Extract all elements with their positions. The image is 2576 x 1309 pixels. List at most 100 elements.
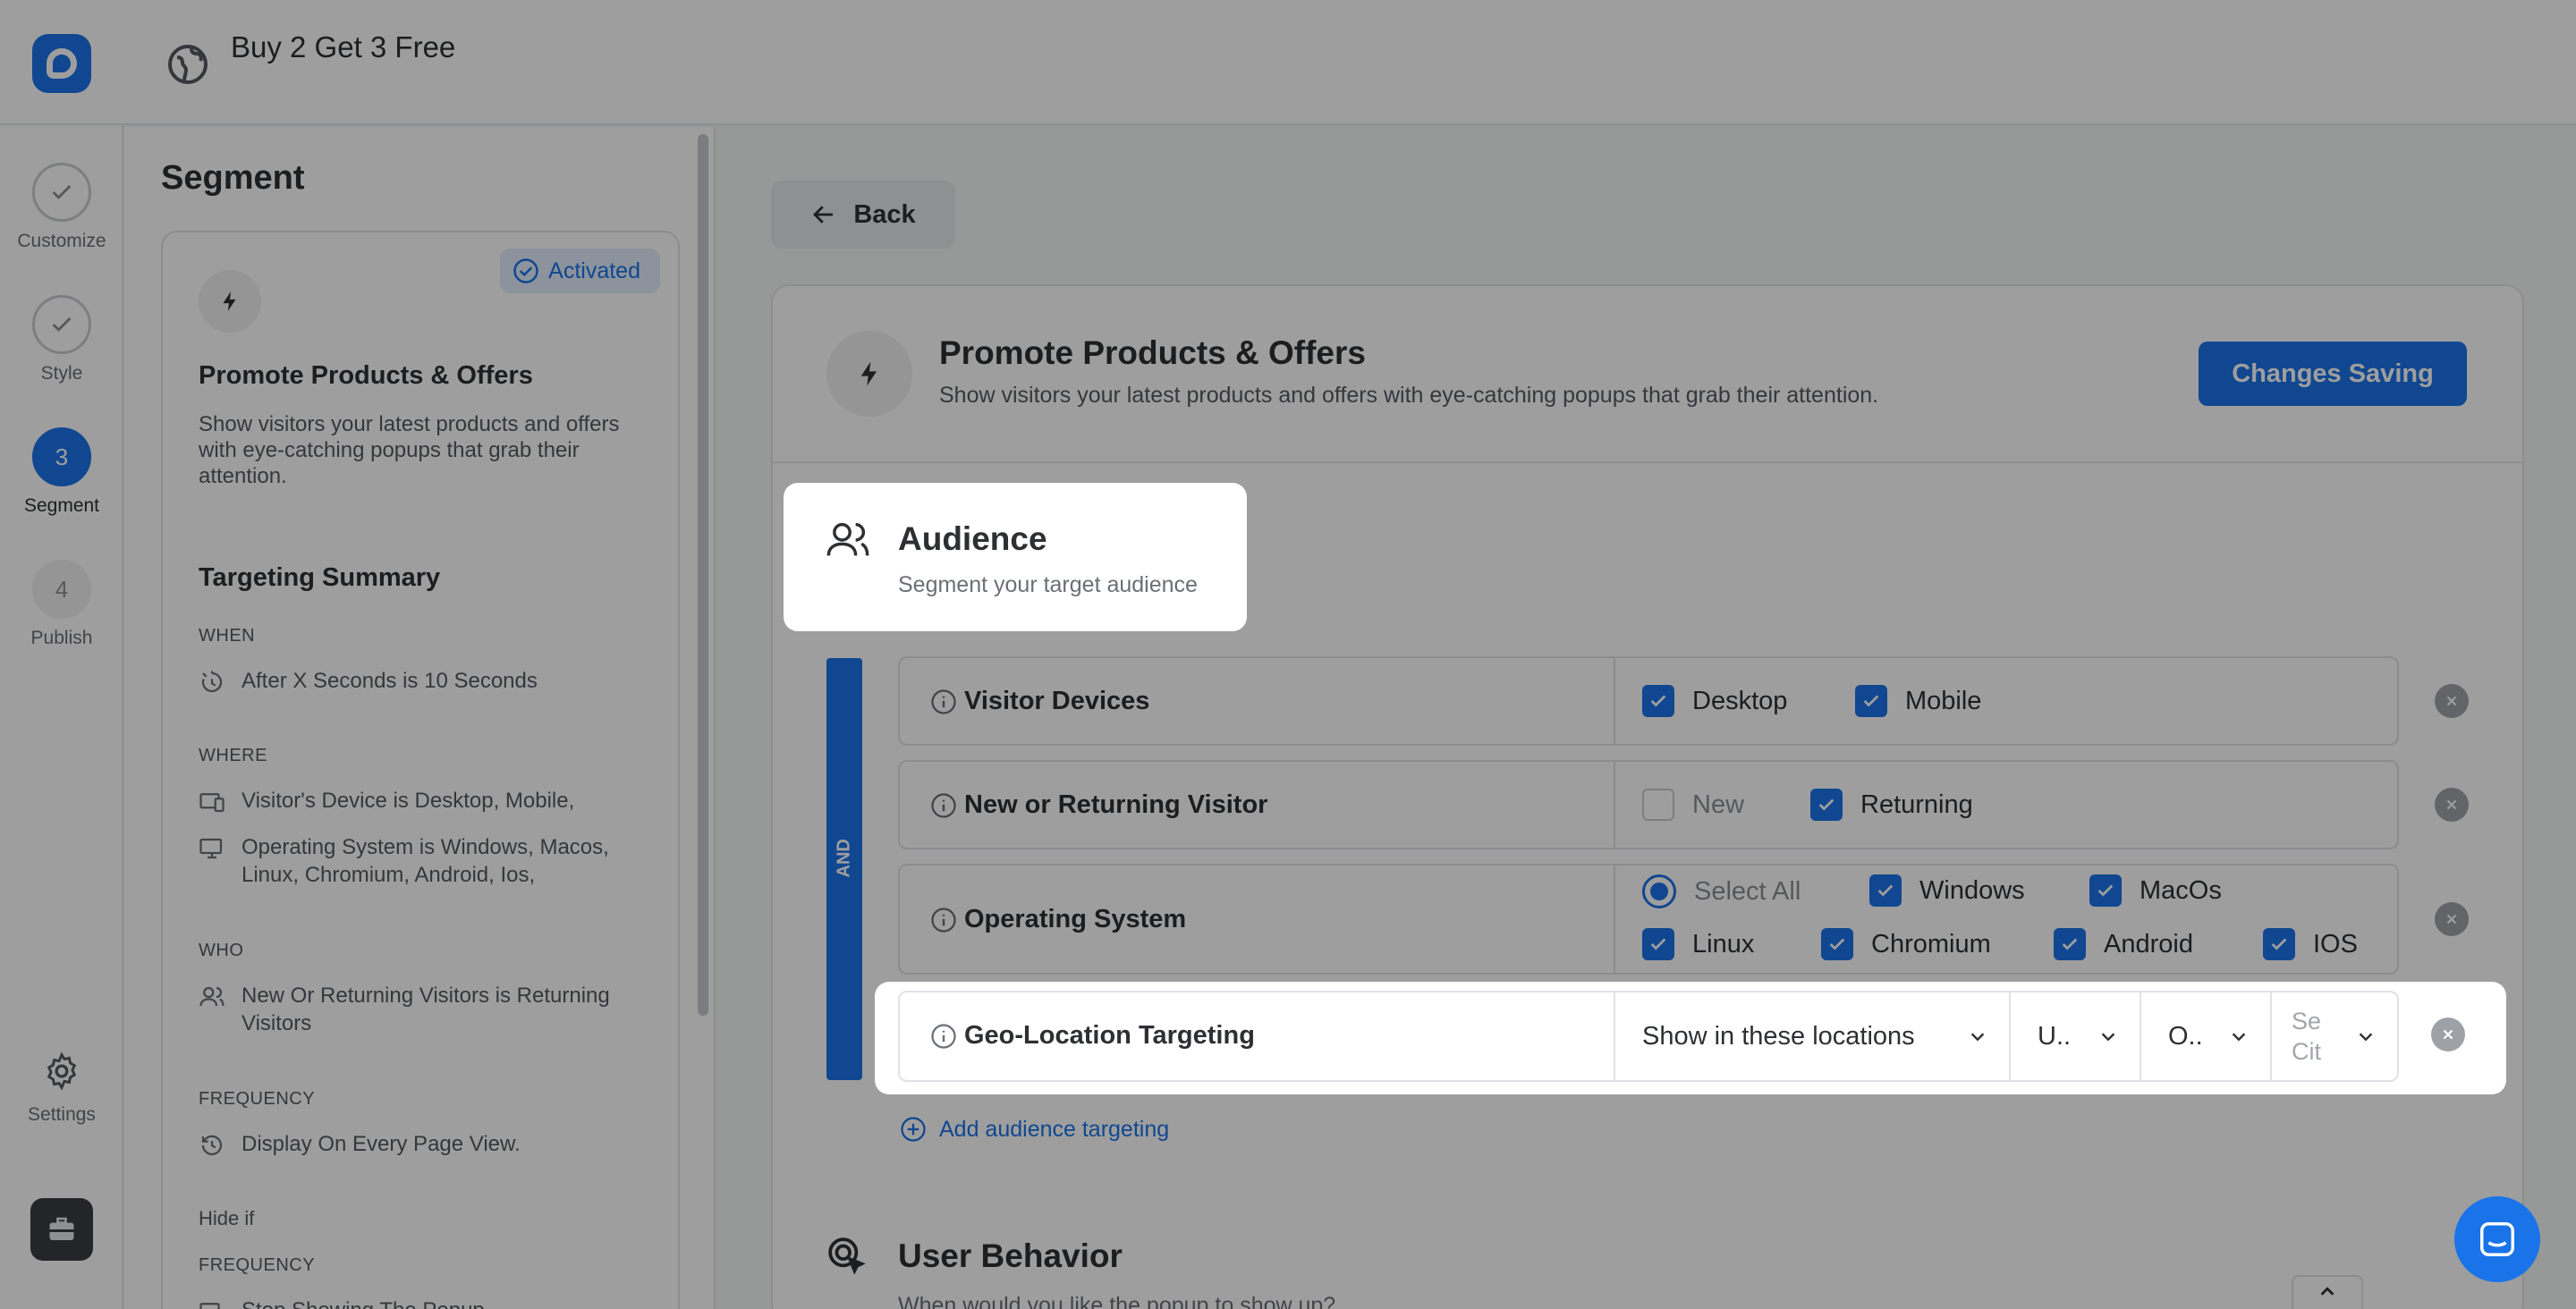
info-icon[interactable]: [930, 907, 957, 933]
checkbox-macos[interactable]: MacOs: [2089, 874, 2222, 907]
add-audience-targeting-button[interactable]: Add audience targeting: [900, 1116, 1169, 1143]
page-title: Buy 2 Get 3 Free: [231, 30, 456, 63]
chat-launcher-button[interactable]: [2454, 1196, 2540, 1282]
rule-geo-location: Geo-Location Targeting Show in these loc…: [898, 991, 2399, 1082]
checkbox-linux[interactable]: Linux: [1642, 928, 1754, 960]
checkbox-android[interactable]: Android: [2054, 928, 2193, 960]
remove-rule-button[interactable]: [2435, 902, 2469, 936]
user-behavior-subtitle: When would you like the popup to show up…: [898, 1293, 1336, 1309]
step-publish[interactable]: 4 Publish: [0, 560, 123, 649]
rule-label: Operating System: [964, 905, 1187, 933]
chat-icon: [2480, 1222, 2514, 1256]
bolt-icon: [826, 331, 912, 417]
settings-label: Settings: [28, 1104, 96, 1125]
checkbox-checked: [1810, 789, 1843, 821]
users-icon: [826, 522, 869, 556]
close-icon: [2446, 914, 2457, 925]
frequency-heading-2: FREQUENCY: [199, 1255, 316, 1275]
badge-label: Activated: [548, 258, 640, 283]
where-item: Visitor's Device is Desktop, Mobile,: [199, 787, 664, 815]
when-item: After X Seconds is 10 Seconds: [199, 667, 664, 695]
arrow-left-icon: [813, 206, 834, 224]
checkbox-windows[interactable]: Windows: [1869, 874, 2025, 907]
where-item: Operating System is Windows, Macos, Linu…: [199, 833, 664, 889]
location-mode-select[interactable]: Show in these locations: [1615, 992, 2011, 1080]
step-label: Segment: [23, 495, 100, 516]
region-select[interactable]: O..: [2141, 992, 2272, 1080]
step-style[interactable]: Style: [0, 295, 123, 384]
rule-visitor-devices: Visitor Devices Desktop Mobile: [898, 656, 2399, 746]
check-icon: [32, 163, 91, 222]
step-label: Publish: [30, 628, 93, 648]
remove-rule-button[interactable]: [2435, 684, 2469, 718]
step-label: Customize: [17, 231, 106, 251]
checkbox-desktop[interactable]: Desktop: [1642, 685, 1787, 717]
app-logo[interactable]: [32, 34, 91, 93]
audience-subtitle: Segment your target audience: [898, 572, 1198, 597]
user-behavior-title: User Behavior: [898, 1237, 1123, 1274]
remove-rule-button[interactable]: [2435, 788, 2469, 822]
step-customize[interactable]: Customize: [0, 163, 123, 252]
rule-label: Geo-Location Targeting: [964, 1021, 1255, 1050]
step-number: 3: [32, 427, 91, 486]
remove-rule-button[interactable]: [2431, 1018, 2465, 1051]
targeting-summary-title: Targeting Summary: [199, 563, 441, 592]
frequency-heading: FREQUENCY: [199, 1089, 316, 1109]
rule-operating-system: Operating System Select All Windows MacO…: [898, 864, 2399, 975]
campaign-description: Show visitors your latest products and o…: [939, 383, 1879, 408]
save-button[interactable]: Changes Saving: [2199, 342, 2467, 406]
card-description: Show visitors your latest products and o…: [199, 412, 620, 488]
checkbox-checked: [1642, 685, 1674, 717]
info-icon[interactable]: [930, 792, 957, 819]
chevron-down-icon: [2101, 1033, 2115, 1042]
checkbox-ios[interactable]: IOS: [2263, 928, 2358, 960]
users-icon: [199, 986, 225, 1007]
top-bar: Buy 2 Get 3 Free: [0, 0, 2576, 125]
plus-circle-icon: [901, 1117, 926, 1142]
check-icon: [32, 295, 91, 354]
cursor-click-icon: [828, 1237, 866, 1275]
close-icon: [2446, 799, 2457, 810]
when-heading: WHEN: [199, 626, 256, 646]
chevron-down-icon: [1970, 1033, 1985, 1042]
checkbox-mobile[interactable]: Mobile: [1855, 685, 1981, 717]
campaign-title: Promote Products & Offers: [939, 334, 1366, 371]
rule-new-returning: New or Returning Visitor New Returning: [898, 760, 2399, 849]
chevron-down-icon: [2232, 1033, 2246, 1042]
globe-icon: [168, 45, 208, 84]
rule-label: New or Returning Visitor: [964, 790, 1268, 819]
checkbox-chromium[interactable]: Chromium: [1821, 928, 1991, 960]
where-heading: WHERE: [199, 746, 267, 765]
who-item: New Or Returning Visitors is Returning V…: [199, 982, 664, 1037]
history-icon: [201, 1135, 223, 1156]
info-icon[interactable]: [930, 1023, 957, 1050]
who-heading: WHO: [199, 941, 244, 960]
collapse-tab[interactable]: [2292, 1275, 2363, 1309]
chevron-up-icon: [2320, 1287, 2334, 1296]
info-icon[interactable]: [930, 688, 957, 715]
city-select[interactable]: Se Cit: [2272, 992, 2397, 1080]
status-badge: Activated: [500, 249, 660, 293]
step-number: 4: [32, 560, 91, 619]
radio-select-all[interactable]: Select All: [1642, 874, 1801, 908]
sidebar-scrollbar[interactable]: [698, 134, 708, 1016]
audience-title: Audience: [898, 520, 1047, 557]
close-icon: [2443, 1029, 2453, 1040]
check-circle-icon: [513, 258, 538, 283]
back-button[interactable]: Back: [771, 181, 955, 249]
checkbox-checked: [1855, 685, 1887, 717]
radio-selected: [1642, 874, 1676, 908]
frequency-item-2: Stop Showing The Popup: [199, 1296, 664, 1309]
briefcase-button[interactable]: [30, 1198, 93, 1261]
settings-button[interactable]: Settings: [0, 1051, 123, 1126]
frequency-item: Display On Every Page View.: [199, 1130, 664, 1158]
checkbox-returning[interactable]: Returning: [1810, 789, 1973, 821]
devices-icon: [199, 793, 225, 813]
country-select[interactable]: U..: [2011, 992, 2141, 1080]
checkbox-new[interactable]: New: [1642, 789, 1744, 821]
step-label: Style: [40, 363, 83, 384]
step-segment[interactable]: 3 Segment: [0, 427, 123, 517]
briefcase-icon: [49, 1217, 74, 1240]
monitor-icon: [199, 838, 223, 859]
chevron-down-icon: [2359, 1033, 2373, 1042]
